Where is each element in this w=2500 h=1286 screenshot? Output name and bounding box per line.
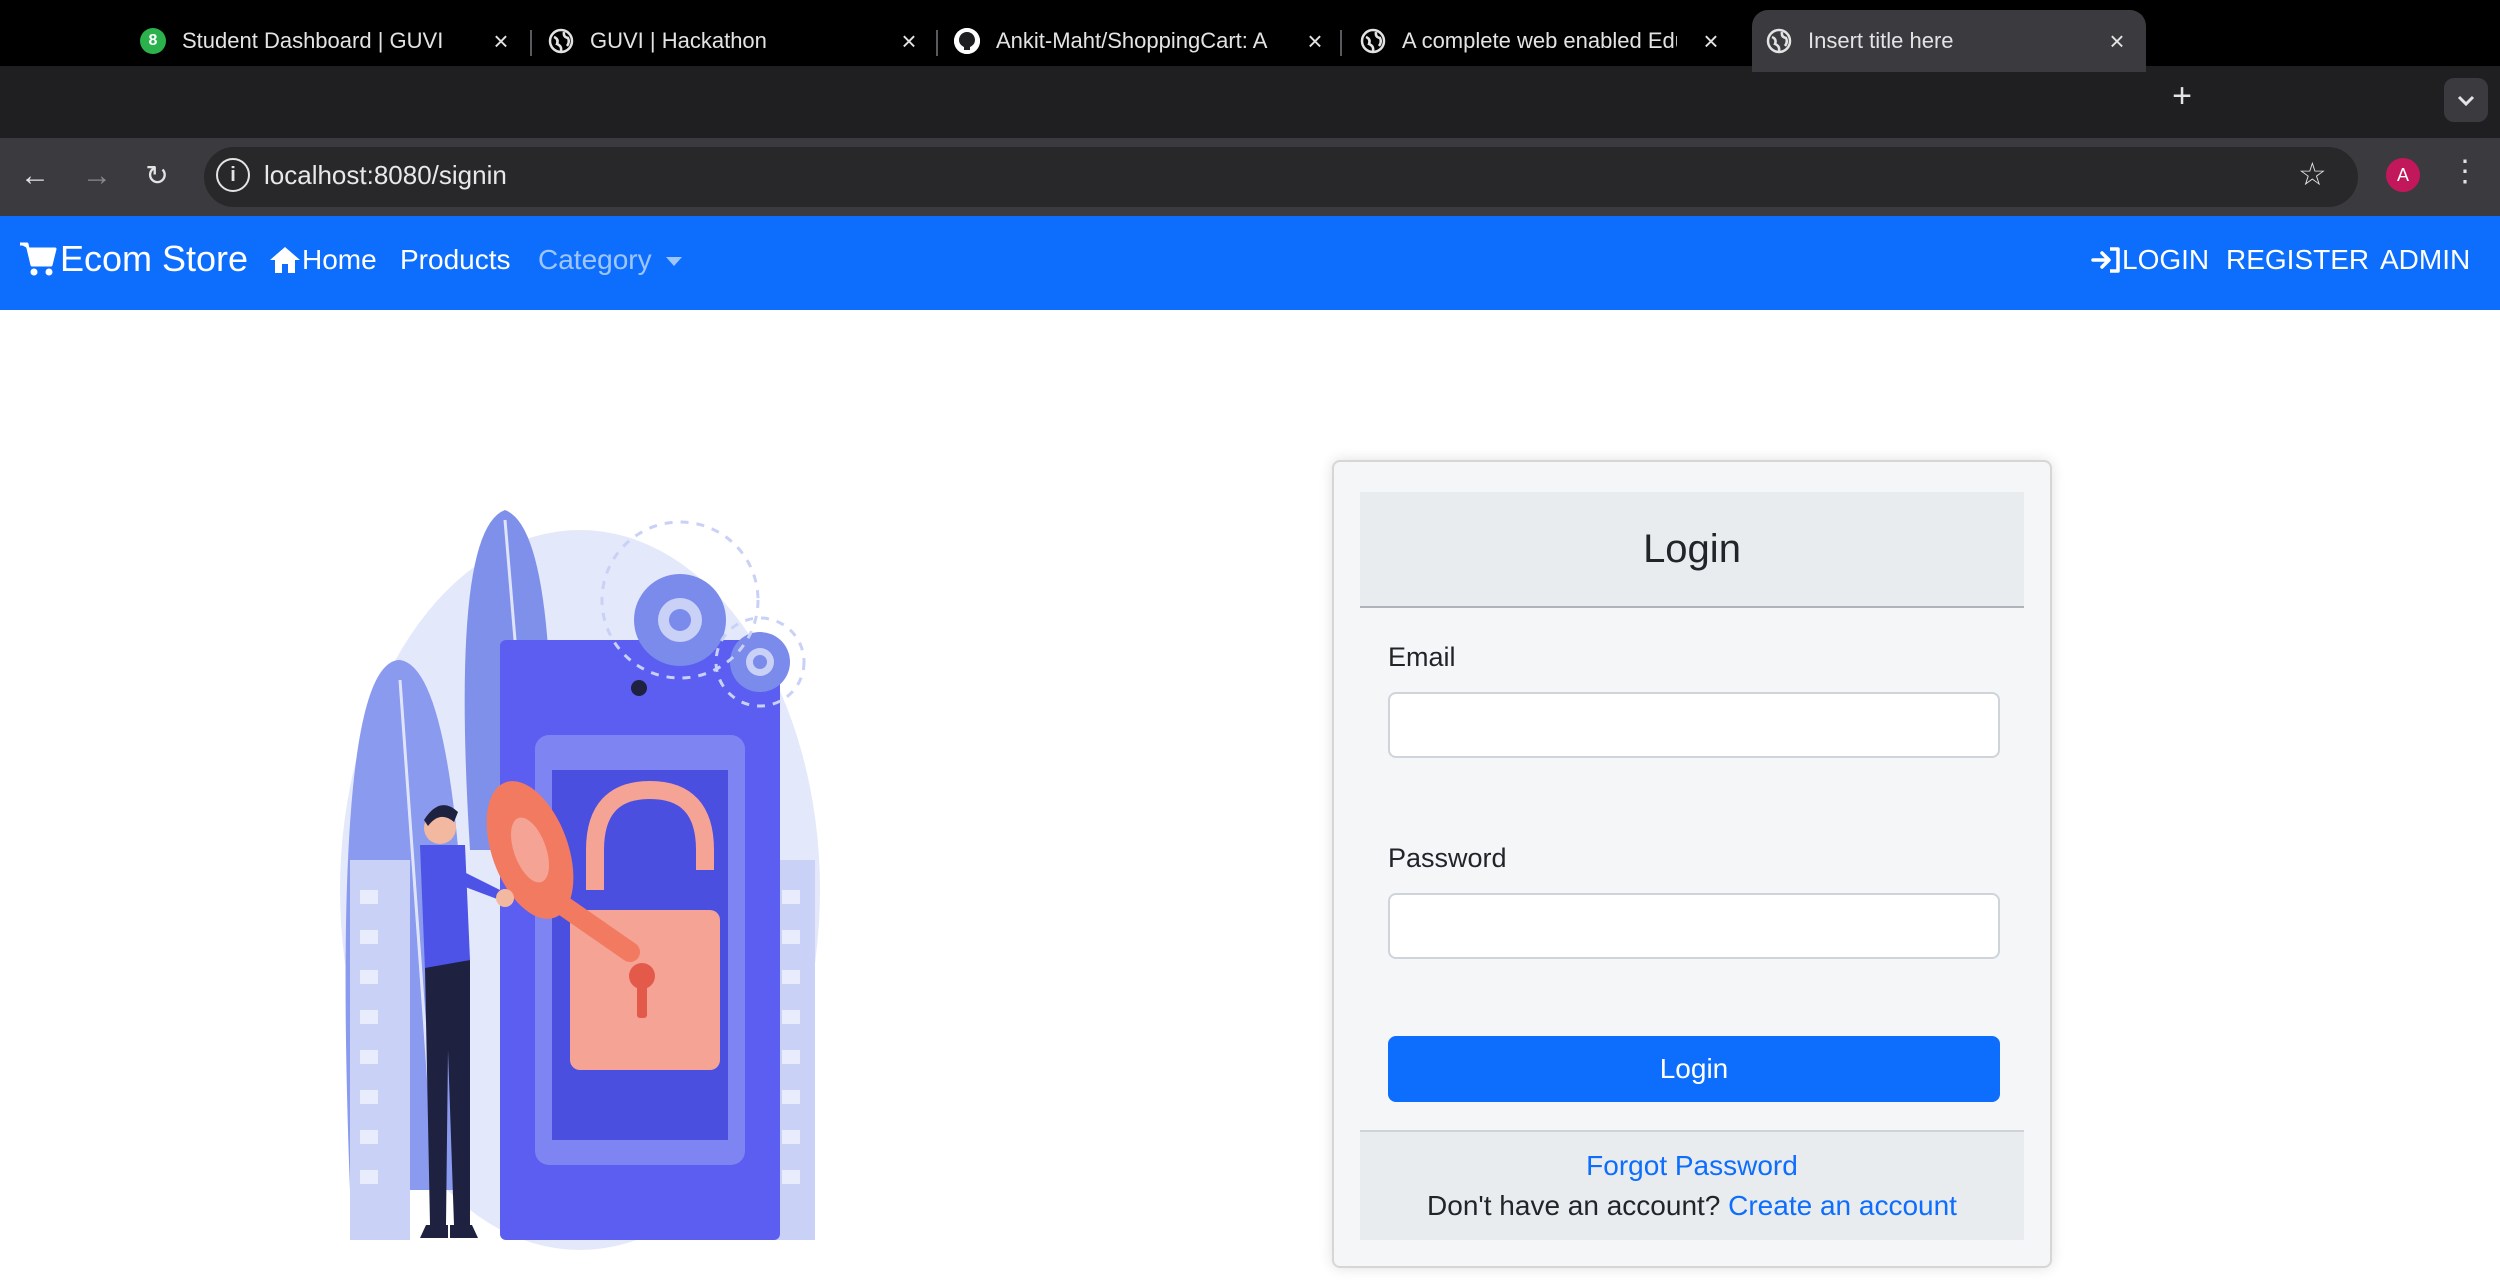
globe-icon	[1766, 28, 1792, 54]
forward-arrow-icon[interactable]: →	[76, 155, 118, 197]
nav-register-link[interactable]: REGISTER	[2226, 244, 2369, 276]
close-icon[interactable]: ×	[1696, 26, 1726, 56]
close-icon[interactable]: ×	[894, 26, 924, 56]
reload-icon[interactable]: ↻	[136, 155, 178, 197]
login-submit-button[interactable]: Login	[1388, 1036, 2000, 1102]
login-arrow-icon	[2091, 247, 2120, 273]
address-bar[interactable]	[204, 147, 2358, 207]
nav-login-link[interactable]: LOGIN	[2090, 244, 2209, 276]
brand-name: Ecom Store	[60, 238, 249, 279]
tab-title: A complete web enabled Edu	[1402, 28, 1677, 53]
security-illustration	[340, 510, 820, 1250]
close-icon[interactable]: ×	[1300, 26, 1330, 56]
tab-strip	[0, 66, 2500, 138]
globe-icon	[1360, 28, 1386, 54]
nav-products-link[interactable]: Products	[400, 244, 511, 276]
globe-icon	[548, 28, 574, 54]
nav-category-label: Category	[538, 244, 652, 275]
profile-avatar[interactable]: A	[2386, 158, 2420, 192]
password-field[interactable]	[1388, 893, 2000, 959]
brand-link[interactable]: Ecom Store	[18, 238, 248, 280]
tab-title: GUVI | Hackathon	[590, 28, 767, 53]
login-title: Login	[1643, 526, 1741, 571]
password-label: Password	[1388, 843, 1507, 873]
nav-admin-link[interactable]: ADMIN	[2380, 244, 2470, 276]
tab-separator	[1340, 30, 1342, 56]
tab-guvi-hackathon[interactable]: GUVI | Hackathon ×	[548, 10, 938, 72]
tab-insert-title-here[interactable]: Insert title here ×	[1752, 10, 2146, 72]
browser-menu-icon[interactable]: ⋮	[2450, 154, 2480, 189]
back-arrow-icon[interactable]: ←	[14, 155, 56, 197]
login-card-footer: Forgot Password Don't have an account? C…	[1360, 1130, 2024, 1240]
tab-title: Insert title here	[1808, 28, 1954, 53]
cart-icon	[20, 242, 57, 276]
email-label: Email	[1388, 642, 1456, 672]
url-text[interactable]: localhost:8080/signin	[264, 160, 507, 191]
create-account-link[interactable]: Create an account	[1728, 1190, 1957, 1221]
nav-home-link[interactable]: Home	[268, 244, 377, 276]
tab-separator	[936, 30, 938, 56]
forgot-password-link[interactable]: Forgot Password	[1586, 1150, 1798, 1181]
tab-title: Ankit-Maht/ShoppingCart: An	[996, 28, 1268, 53]
close-icon[interactable]: ×	[486, 26, 516, 56]
signup-prompt: Don't have an account?	[1427, 1190, 1729, 1221]
nav-home-label: Home	[302, 244, 377, 275]
home-icon	[270, 247, 300, 273]
nav-category-dropdown[interactable]: Category	[538, 244, 682, 276]
tab-search-button[interactable]	[2444, 78, 2488, 122]
tab-github-shoppingcart[interactable]: Ankit-Maht/ShoppingCart: An ×	[954, 10, 1344, 72]
login-card: Login Email Password Login Forgot Passwo…	[1332, 460, 2052, 1268]
bookmark-star-icon[interactable]: ☆	[2298, 155, 2327, 193]
tab-separator	[530, 30, 532, 56]
login-card-header: Login	[1360, 492, 2024, 608]
email-field[interactable]	[1388, 692, 2000, 758]
caret-down-icon	[665, 256, 682, 266]
tab-title: Student Dashboard | GUVI	[182, 28, 444, 53]
github-icon	[954, 28, 980, 54]
nav-login-label: LOGIN	[2122, 244, 2210, 275]
new-tab-button[interactable]: +	[2164, 78, 2200, 114]
guvi-icon: 8	[140, 28, 166, 54]
site-info-icon[interactable]: i	[216, 158, 250, 192]
close-icon[interactable]: ×	[2102, 26, 2132, 56]
tab-student-dashboard[interactable]: 8 Student Dashboard | GUVI ×	[140, 10, 530, 72]
tab-web-enabled-edu[interactable]: A complete web enabled Edu ×	[1360, 10, 1740, 72]
